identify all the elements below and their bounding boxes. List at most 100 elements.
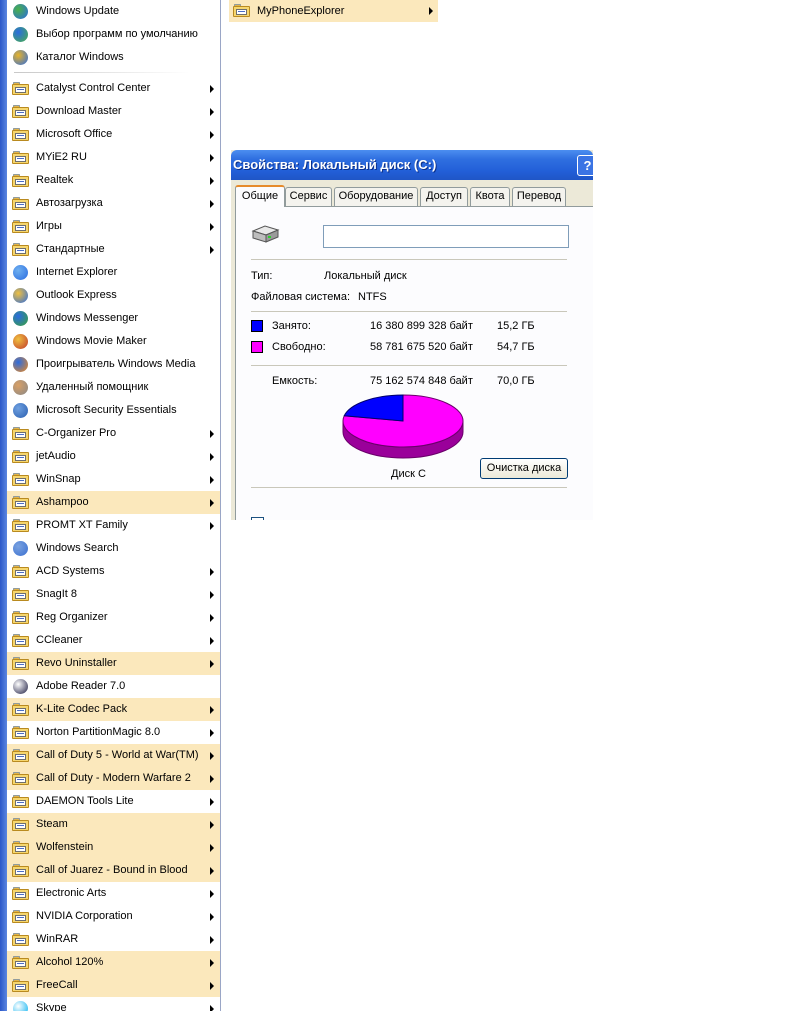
menu-item-alcohol-120[interactable]: Alcohol 120% [7,951,220,974]
menu-item-стандартные[interactable]: Стандартные [7,238,220,261]
chevron-right-icon [210,821,214,829]
menu-item-wolfenstein[interactable]: Wolfenstein [7,836,220,859]
menu-item-выбор-программ-по-умолчанию[interactable]: Выбор программ по умолчанию [7,23,220,46]
menu-item-игры[interactable]: Игры [7,215,220,238]
menu-item-realtek[interactable]: Realtek [7,169,220,192]
default-programs-icon [12,26,30,43]
divider [251,311,567,312]
menu-item-jetaudio[interactable]: jetAudio [7,445,220,468]
menu-item-electronic-arts[interactable]: Electronic Arts [7,882,220,905]
menu-item-snagit-8[interactable]: SnagIt 8 [7,583,220,606]
menu-item-norton-partitionmagic-8-0[interactable]: Norton PartitionMagic 8.0 [7,721,220,744]
menu-item-skype[interactable]: Skype [7,997,220,1011]
folder-icon [12,586,30,603]
menu-item-freecall[interactable]: FreeCall [7,974,220,997]
dialog-titlebar[interactable]: Свойства: Локальный диск (C:) ? [231,150,593,180]
tab-hardware[interactable]: Оборудование [334,187,418,206]
menu-item-k-lite-codec-pack[interactable]: K-Lite Codec Pack [7,698,220,721]
tab-translation[interactable]: Перевод [512,187,566,206]
folder-icon [12,149,30,166]
menu-item-label: Norton PartitionMagic 8.0 [36,726,161,738]
menu-item-label: Internet Explorer [36,266,118,278]
folder-icon [12,195,30,212]
disk-label: Диск C [391,468,426,480]
menu-item-удаленный-помощник[interactable]: Удаленный помощник [7,376,220,399]
menu-item-call-of-duty-5-world-at-war-tm[interactable]: Call of Duty 5 - World at War(TM) [7,744,220,767]
tab-quota[interactable]: Квота [470,187,510,206]
menu-item-call-of-duty-modern-warfare-2[interactable]: Call of Duty - Modern Warfare 2 [7,767,220,790]
folder-icon [12,172,30,189]
menu-item-label: Revo Uninstaller [36,657,117,669]
security-essentials-icon [12,402,30,419]
chevron-right-icon [210,591,214,599]
menu-item-label: Выбор программ по умолчанию [36,28,198,40]
menu-item-winsnap[interactable]: WinSnap [7,468,220,491]
chevron-right-icon [210,844,214,852]
folder-icon [12,908,30,925]
outlook-express-icon [12,287,30,304]
dialog-title: Свойства: Локальный диск (C:) [233,157,437,172]
chevron-right-icon [210,223,214,231]
menu-item-adobe-reader-7-0[interactable]: Adobe Reader 7.0 [7,675,220,698]
tab-sharing[interactable]: Доступ [420,187,468,206]
menu-item-c-organizer-pro[interactable]: C-Organizer Pro [7,422,220,445]
menu-item-promt-xt-family[interactable]: PROMT XT Family [7,514,220,537]
menu-item-steam[interactable]: Steam [7,813,220,836]
menu-item-nvidia-corporation[interactable]: NVIDIA Corporation [7,905,220,928]
menu-item-acd-systems[interactable]: ACD Systems [7,560,220,583]
menu-item-label: Microsoft Office [36,128,113,140]
menu-item-download-master[interactable]: Download Master [7,100,220,123]
menu-item-outlook-express[interactable]: Outlook Express [7,284,220,307]
folder-icon [12,517,30,534]
menu-item-microsoft-office[interactable]: Microsoft Office [7,123,220,146]
tab-tools[interactable]: Сервис [285,187,332,206]
folder-icon [12,770,30,787]
menu-item-windows-messenger[interactable]: Windows Messenger [7,307,220,330]
menu-item-windows-search[interactable]: Windows Search [7,537,220,560]
menu-item-label: jetAudio [36,450,76,462]
menu-item-label: Outlook Express [36,289,117,301]
compress-checkbox[interactable] [251,517,264,520]
menu-item-winrar[interactable]: WinRAR [7,928,220,951]
menu-item-label: Microsoft Security Essentials [36,404,177,416]
menu-item-ashampoo[interactable]: Ashampoo [7,491,220,514]
menu-item-автозагрузка[interactable]: Автозагрузка [7,192,220,215]
menu-item-label: Skype [36,1002,67,1011]
folder-icon [12,931,30,948]
menu-item-reg-organizer[interactable]: Reg Organizer [7,606,220,629]
menu-item-проигрыватель-windows-media[interactable]: Проигрыватель Windows Media [7,353,220,376]
folder-icon [12,655,30,672]
folder-icon [233,2,251,19]
chevron-right-icon [210,959,214,967]
type-value: Локальный диск [324,270,407,282]
menu-item-internet-explorer[interactable]: Internet Explorer [7,261,220,284]
menu-item-каталог-windows[interactable]: Каталог Windows [7,46,220,69]
remote-assistance-icon [12,379,30,396]
menu-item-label: Стандартные [36,243,105,255]
menu-item-windows-update[interactable]: Windows Update [7,0,220,23]
chevron-right-icon [210,476,214,484]
folder-icon [12,218,30,235]
menu-item-call-of-juarez-bound-in-blood[interactable]: Call of Juarez - Bound in Blood [7,859,220,882]
windows-search-icon [12,540,30,557]
chevron-right-icon [210,246,214,254]
menu-item-microsoft-security-essentials[interactable]: Microsoft Security Essentials [7,399,220,422]
disk-cleanup-button[interactable]: Очистка диска [480,458,568,479]
menu-item-catalyst-control-center[interactable]: Catalyst Control Center [7,77,220,100]
submenu-item-myphoneexplorer[interactable]: MyPhoneExplorer [229,0,438,22]
menu-item-revo-uninstaller[interactable]: Revo Uninstaller [7,652,220,675]
menu-item-label: PROMT XT Family [36,519,128,531]
menu-item-label: Reg Organizer [36,611,108,623]
menu-item-myie2-ru[interactable]: MYiE2 RU [7,146,220,169]
tab-general[interactable]: Общие [235,185,285,207]
menu-item-daemon-tools-lite[interactable]: DAEMON Tools Lite [7,790,220,813]
folder-icon [12,563,30,580]
volume-label-input[interactable] [323,225,569,248]
menu-item-label: Windows Messenger [36,312,139,324]
folder-icon [12,448,30,465]
free-space-swatch [251,341,263,353]
capacity-label: Емкость: [272,375,318,387]
help-button[interactable]: ? [577,155,593,176]
menu-item-ccleaner[interactable]: CCleaner [7,629,220,652]
menu-item-windows-movie-maker[interactable]: Windows Movie Maker [7,330,220,353]
